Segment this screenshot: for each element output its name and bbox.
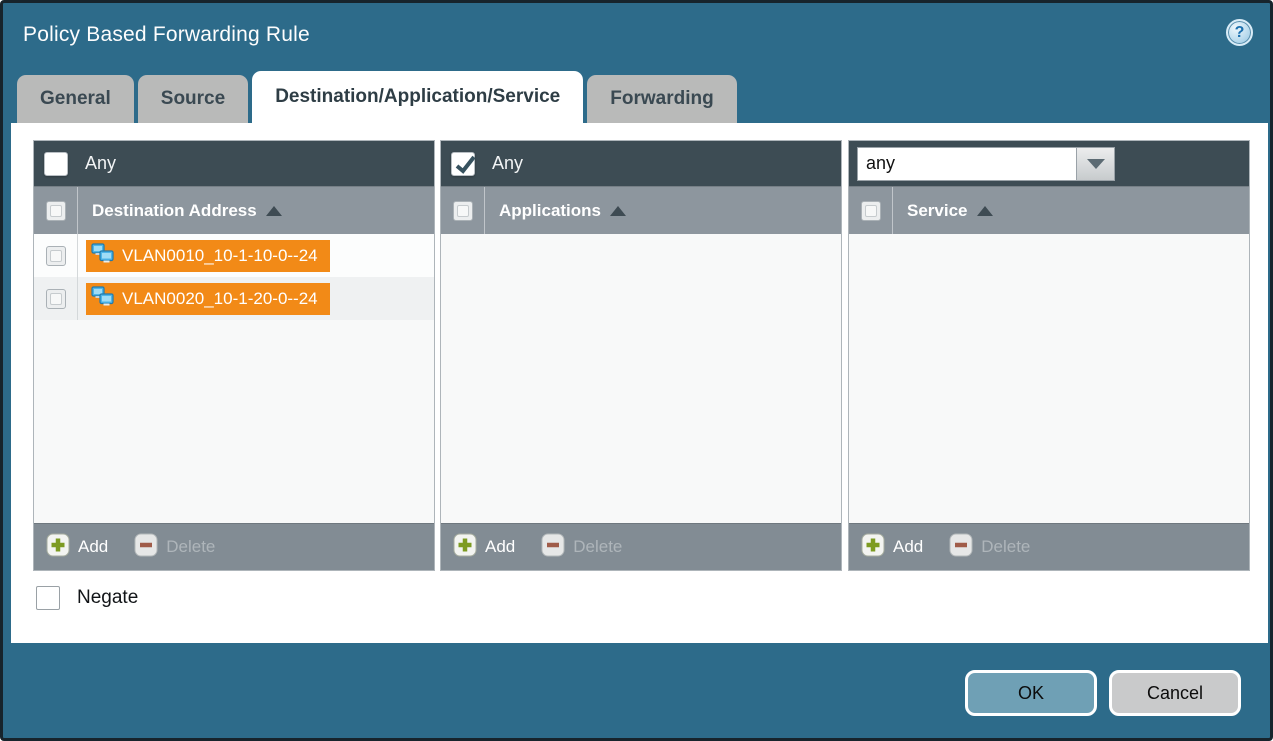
policy-based-forwarding-rule-dialog: Policy Based Forwarding Rule ? General S…	[0, 0, 1273, 741]
applications-panel: Any Applications Add D	[440, 140, 842, 571]
applications-select-all-checkbox[interactable]	[453, 201, 473, 221]
tab-general[interactable]: General	[17, 75, 134, 123]
service-column-header[interactable]: Service	[849, 186, 1249, 234]
destination-address-panel: Any Destination Address	[33, 140, 435, 571]
ok-button[interactable]: OK	[965, 670, 1097, 716]
add-button[interactable]: Add	[46, 533, 108, 562]
applications-any-header: Any	[441, 141, 841, 186]
sort-ascending-icon	[610, 206, 626, 216]
network-hosts-icon	[91, 243, 115, 268]
delete-minus-icon	[134, 533, 158, 562]
address-entry[interactable]: VLAN0010_10-1-10-0--24	[86, 240, 330, 272]
service-mode-input[interactable]	[857, 147, 1077, 181]
destination-any-checkbox[interactable]	[44, 152, 68, 176]
tab-destination-application-service[interactable]: Destination/Application/Service	[252, 71, 583, 123]
sort-ascending-icon	[977, 206, 993, 216]
delete-minus-icon	[541, 533, 565, 562]
service-select-all-checkbox[interactable]	[861, 201, 881, 221]
delete-button[interactable]: Delete	[949, 533, 1030, 562]
network-hosts-icon	[91, 286, 115, 311]
chevron-down-icon	[1087, 159, 1105, 169]
delete-button[interactable]: Delete	[541, 533, 622, 562]
sort-ascending-icon	[266, 206, 282, 216]
tab-forwarding[interactable]: Forwarding	[587, 75, 736, 123]
service-mode-dropdown	[857, 147, 1115, 181]
table-row: VLAN0010_10-1-10-0--24	[34, 234, 434, 277]
service-list	[849, 234, 1249, 523]
address-entry-label: VLAN0020_10-1-20-0--24	[122, 289, 318, 309]
row-checkbox[interactable]	[46, 246, 66, 266]
negate-label: Negate	[77, 587, 138, 609]
service-dropdown-header	[849, 141, 1249, 186]
destination-toolbar: Add Delete	[34, 523, 434, 570]
applications-column-header[interactable]: Applications	[441, 186, 841, 234]
destination-address-column-label: Destination Address	[92, 201, 257, 221]
destination-select-all-checkbox[interactable]	[46, 201, 66, 221]
service-column-label: Service	[907, 201, 968, 221]
cancel-button[interactable]: Cancel	[1109, 670, 1241, 716]
service-toolbar: Add Delete	[849, 523, 1249, 570]
add-plus-icon	[861, 533, 885, 562]
delete-minus-icon	[949, 533, 973, 562]
destination-any-header: Any	[34, 141, 434, 186]
tab-source[interactable]: Source	[138, 75, 248, 123]
add-button[interactable]: Add	[861, 533, 923, 562]
destination-any-label: Any	[85, 153, 116, 174]
destination-address-list: VLAN0010_10-1-10-0--24	[34, 234, 434, 523]
service-panel: Service Add Delete	[848, 140, 1250, 571]
add-button[interactable]: Add	[453, 533, 515, 562]
dialog-title: Policy Based Forwarding Rule	[23, 23, 310, 47]
destination-address-column-header[interactable]: Destination Address	[34, 186, 434, 234]
tab-bar: General Source Destination/Application/S…	[17, 71, 737, 123]
negate-option: Negate	[36, 586, 138, 610]
applications-column-label: Applications	[499, 201, 601, 221]
help-icon[interactable]: ?	[1226, 19, 1253, 46]
dropdown-button[interactable]	[1077, 147, 1115, 181]
table-row: VLAN0020_10-1-20-0--24	[34, 277, 434, 320]
address-entry-label: VLAN0010_10-1-10-0--24	[122, 246, 318, 266]
applications-any-checkbox[interactable]	[451, 152, 475, 176]
applications-list	[441, 234, 841, 523]
row-checkbox[interactable]	[46, 289, 66, 309]
address-entry[interactable]: VLAN0020_10-1-20-0--24	[86, 283, 330, 315]
applications-toolbar: Add Delete	[441, 523, 841, 570]
add-plus-icon	[453, 533, 477, 562]
negate-checkbox[interactable]	[36, 586, 60, 610]
tab-content: Any Destination Address	[11, 123, 1268, 643]
add-plus-icon	[46, 533, 70, 562]
delete-button[interactable]: Delete	[134, 533, 215, 562]
applications-any-label: Any	[492, 153, 523, 174]
